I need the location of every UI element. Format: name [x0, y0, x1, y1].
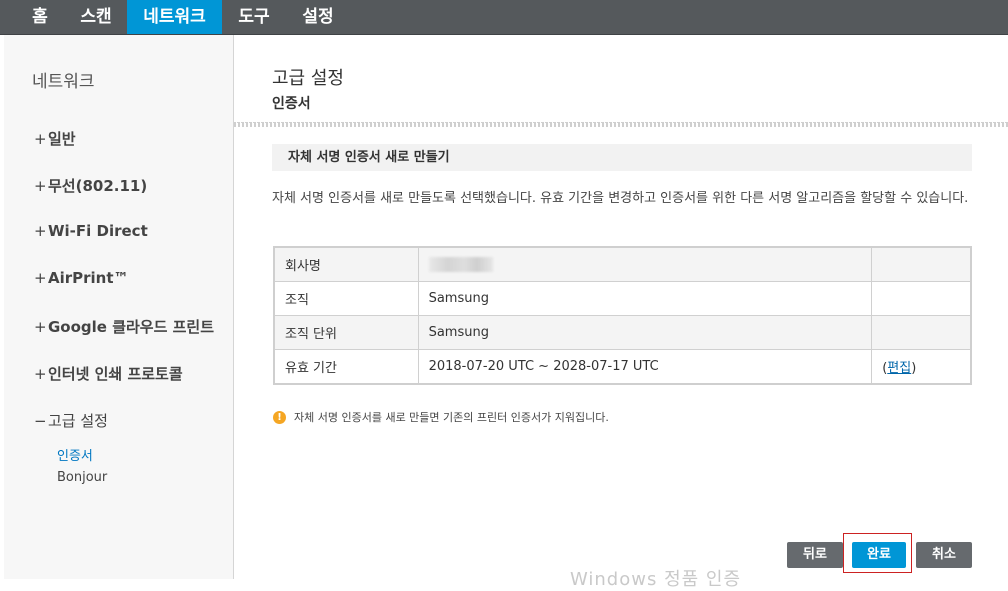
- sidebar-item-airprint[interactable]: +AirPrint™: [34, 269, 129, 287]
- row-label: 유효 기간: [273, 349, 419, 385]
- row-value: 2018-07-20 UTC ~ 2028-07-17 UTC: [417, 349, 873, 385]
- done-button[interactable]: 완료: [852, 542, 906, 568]
- top-nav: 홈 스캔 네트워크 도구 설정: [0, 0, 1008, 35]
- warning-notice: ! 자체 서명 인증서를 새로 만들면 기존의 프린터 인증서가 지워집니다.: [273, 409, 609, 425]
- table-row: 유효 기간 2018-07-20 UTC ~ 2028-07-17 UTC (편…: [273, 349, 972, 385]
- row-action: (편집): [871, 349, 972, 385]
- row-label: 회사명: [273, 246, 419, 282]
- certificate-table: 회사명 조직 Samsung 조직 단위 Samsung 유효 기간 2018-…: [273, 246, 972, 385]
- sidebar-item-general[interactable]: +일반: [34, 128, 76, 149]
- table-row: 조직 단위 Samsung: [273, 315, 972, 350]
- dotted-divider: [234, 122, 1008, 127]
- row-action: [871, 315, 972, 350]
- redacted-value: [428, 257, 493, 272]
- row-value: Samsung: [417, 315, 873, 350]
- row-value: Samsung: [417, 281, 873, 316]
- paren-close: ): [911, 361, 917, 376]
- tab-tools[interactable]: 도구: [222, 0, 286, 34]
- sidebar: 네트워크 +일반 +무선(802.11) +Wi-Fi Direct +AirP…: [4, 35, 234, 579]
- row-label: 조직: [273, 281, 419, 316]
- sidebar-item-label: 일반: [48, 130, 76, 148]
- sidebar-item-label: 고급 설정: [48, 412, 108, 430]
- sidebar-item-wifi-direct[interactable]: +Wi-Fi Direct: [34, 222, 148, 240]
- sidebar-subitem-bonjour[interactable]: Bonjour: [57, 470, 107, 485]
- tab-network[interactable]: 네트워크: [127, 0, 222, 34]
- sidebar-item-label: AirPrint™: [48, 269, 129, 287]
- sidebar-item-label: Wi-Fi Direct: [48, 222, 148, 240]
- cancel-button[interactable]: 취소: [916, 542, 972, 568]
- collapse-icon: −: [34, 412, 47, 430]
- warning-text: 자체 서명 인증서를 새로 만들면 기존의 프린터 인증서가 지워집니다.: [294, 411, 609, 424]
- section-header: 자체 서명 인증서 새로 만들기: [272, 144, 972, 171]
- sidebar-item-label: Google 클라우드 프린트: [48, 318, 215, 336]
- back-button[interactable]: 뒤로: [787, 542, 843, 568]
- sidebar-item-label: 인터넷 인쇄 프로토콜: [48, 365, 183, 383]
- table-row: 회사명: [273, 246, 972, 282]
- main-content: 고급 설정 인증서 자체 서명 인증서 새로 만들기 자체 서명 인증서를 새로…: [234, 35, 1008, 579]
- page-subtitle: 인증서: [272, 96, 311, 112]
- sidebar-item-google-cloud-print[interactable]: +Google 클라우드 프린트: [34, 316, 214, 337]
- expand-icon: +: [34, 177, 47, 195]
- row-action: [871, 281, 972, 316]
- sidebar-item-ipp[interactable]: +인터넷 인쇄 프로토콜: [34, 363, 183, 384]
- expand-icon: +: [34, 130, 47, 148]
- tab-scan[interactable]: 스캔: [64, 0, 128, 34]
- sidebar-subitem-certificate[interactable]: 인증서: [57, 445, 93, 464]
- table-row: 조직 Samsung: [273, 281, 972, 316]
- description-text: 자체 서명 인증서를 새로 만들도록 선택했습니다. 유효 기간을 변경하고 인…: [272, 191, 969, 206]
- sidebar-item-label: 무선(802.11): [48, 177, 148, 195]
- warning-icon: !: [273, 410, 286, 424]
- sidebar-item-wireless[interactable]: +무선(802.11): [34, 175, 147, 196]
- expand-icon: +: [34, 365, 47, 383]
- company-name-value: [417, 246, 873, 282]
- edit-link[interactable]: 편집: [887, 361, 911, 376]
- tab-home[interactable]: 홈: [16, 0, 64, 34]
- row-action: [871, 246, 972, 282]
- expand-icon: +: [34, 222, 47, 240]
- sidebar-item-advanced[interactable]: −고급 설정: [34, 410, 108, 431]
- expand-icon: +: [34, 269, 47, 287]
- sidebar-title: 네트워크: [32, 72, 95, 92]
- row-label: 조직 단위: [273, 315, 419, 350]
- tab-settings[interactable]: 설정: [286, 0, 350, 34]
- page-title: 고급 설정: [272, 68, 344, 89]
- expand-icon: +: [34, 318, 47, 336]
- activation-watermark: Windows 정품 인증: [570, 569, 742, 590]
